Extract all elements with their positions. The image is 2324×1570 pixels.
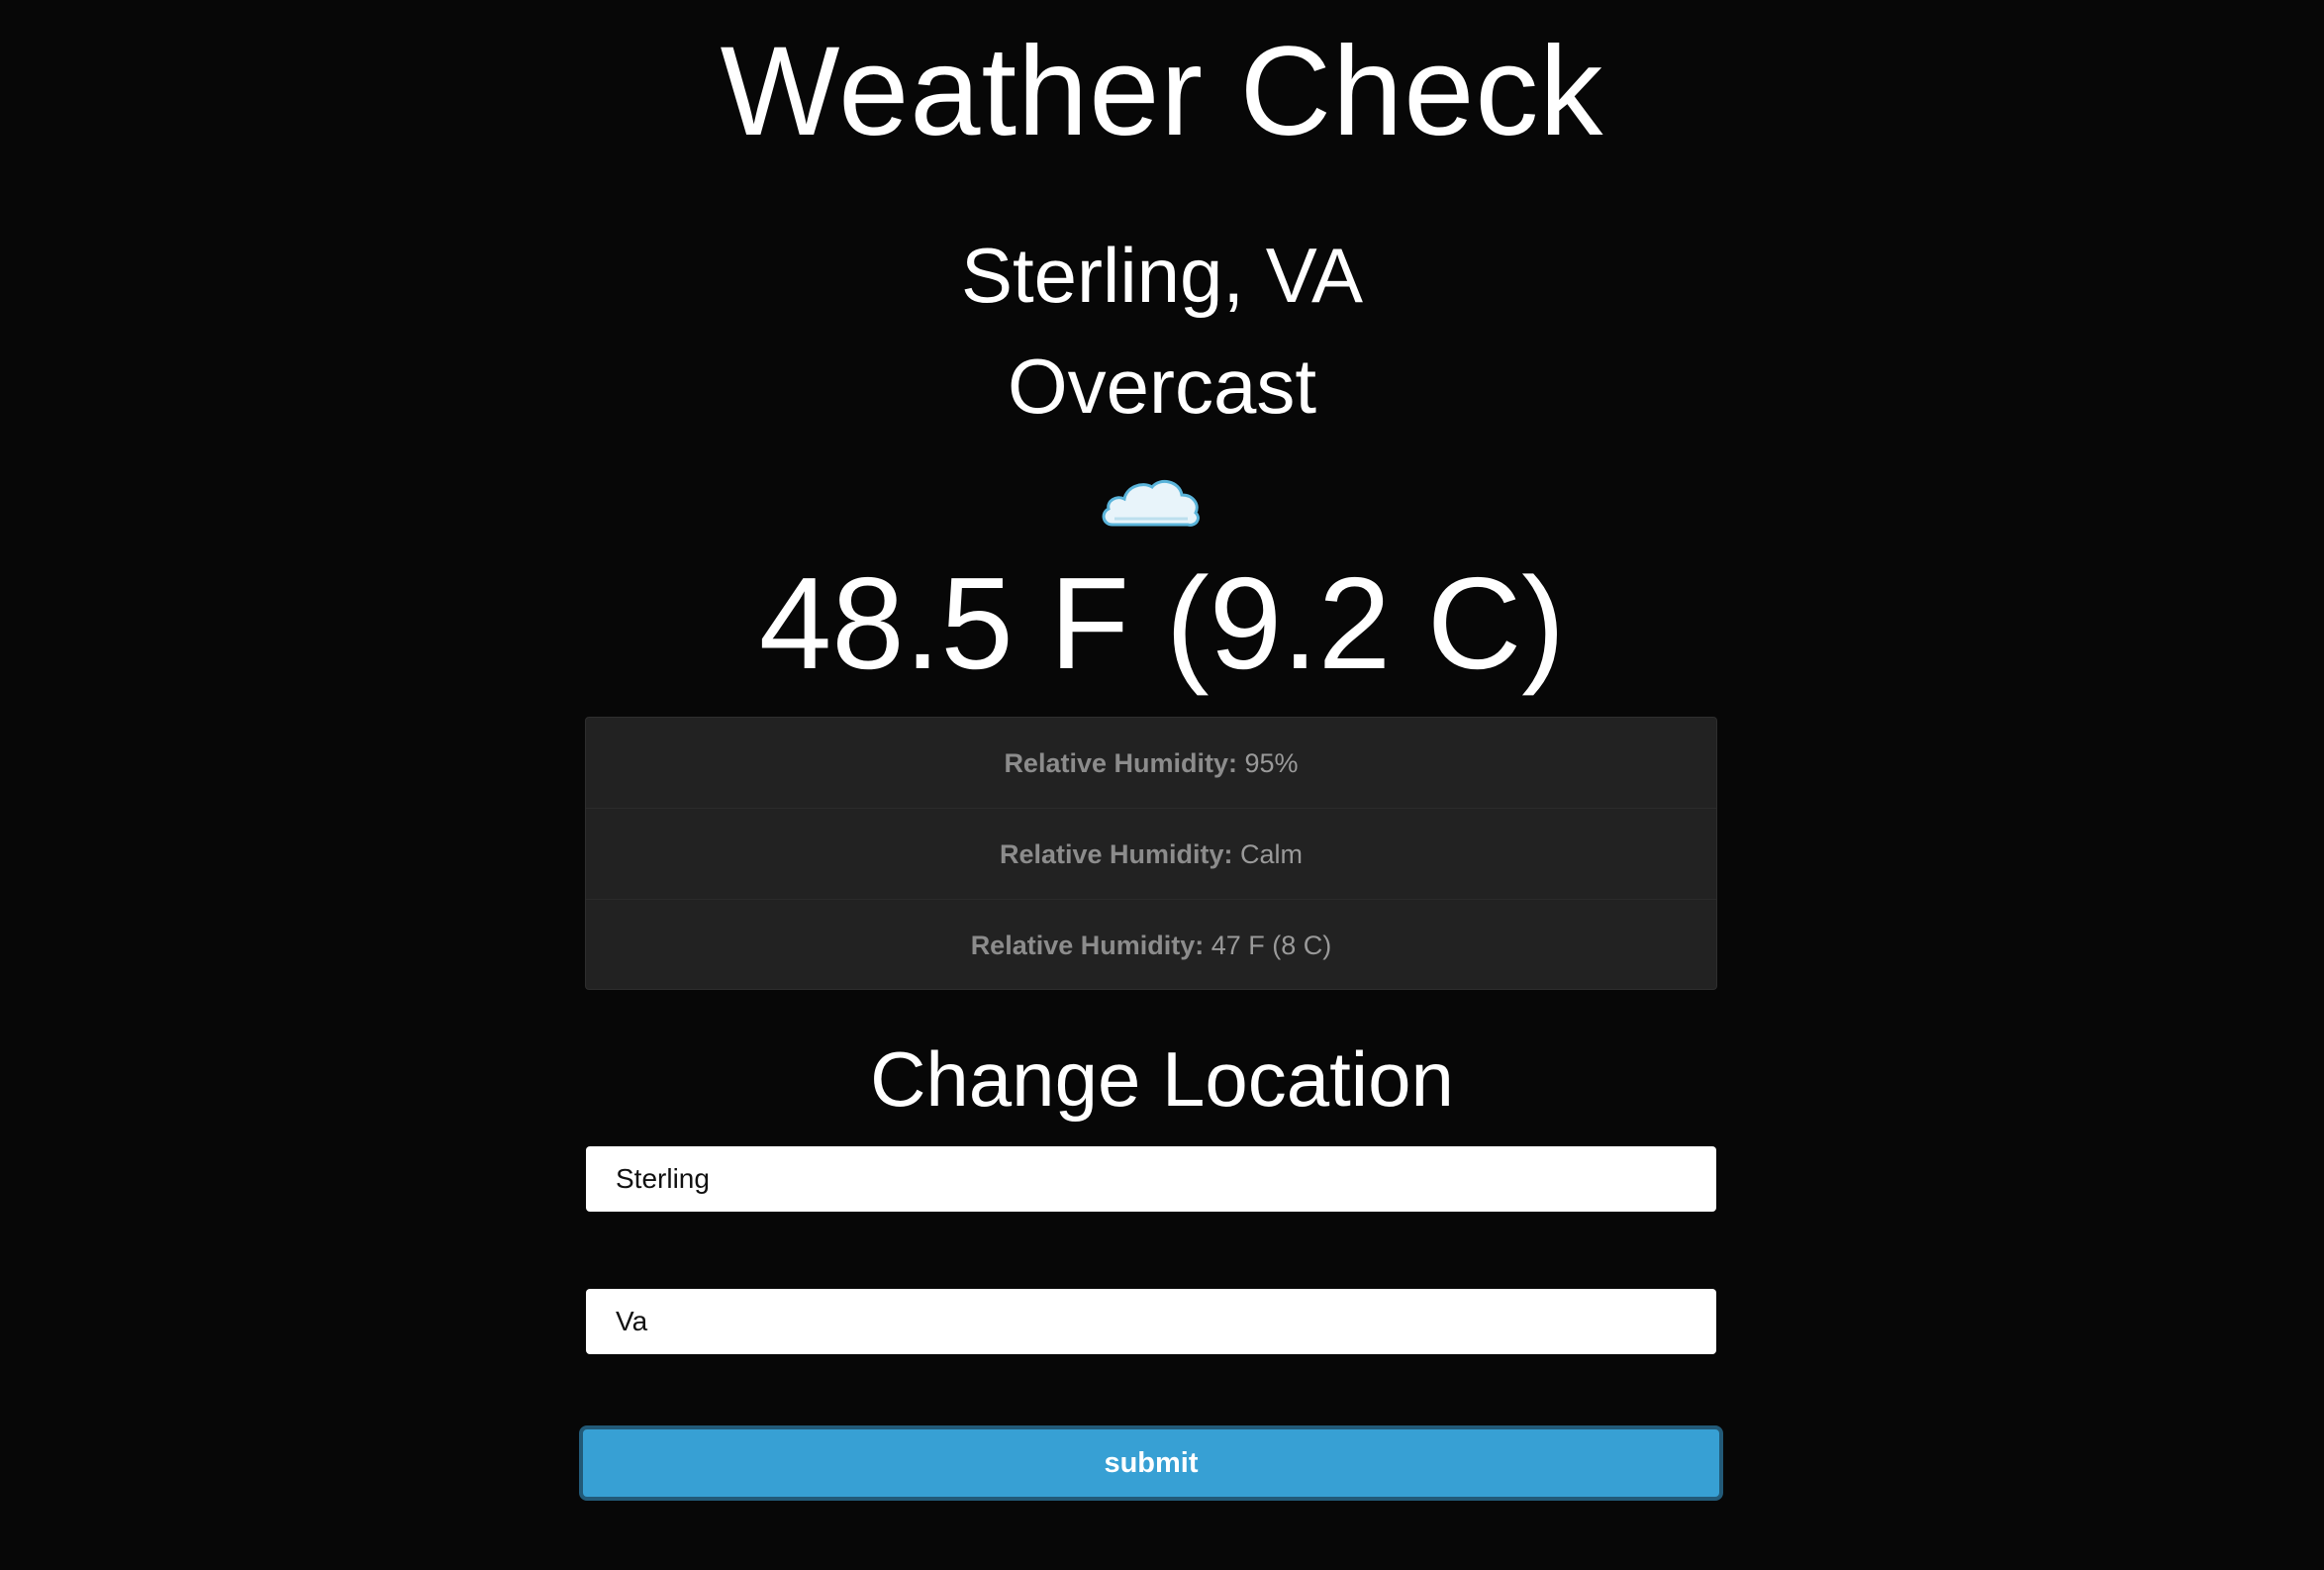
detail-label: Relative Humidity: (970, 931, 1205, 960)
location-name: Sterling, VA (960, 232, 1364, 319)
weather-details-panel: Relative Humidity: 95% Relative Humidity… (585, 717, 1717, 990)
temperature-reading: 48.5 F (9.2 C) (758, 550, 1566, 696)
weather-condition: Overcast (1007, 343, 1317, 430)
cloud-icon (1102, 479, 1200, 527)
detail-row: Relative Humidity: 95% (586, 718, 1716, 809)
change-location-heading: Change Location (870, 1035, 1454, 1123)
weather-page: Weather Check Sterling, VA Overcast 48.5… (0, 0, 2324, 1570)
detail-value: Calm (1240, 839, 1304, 869)
detail-label: Relative Humidity: (999, 839, 1233, 869)
page-title: Weather Check (720, 21, 1604, 162)
detail-value: 47 F (8 C) (1210, 931, 1332, 960)
state-input[interactable] (586, 1289, 1716, 1354)
detail-value: 95% (1244, 748, 1299, 778)
detail-row: Relative Humidity: Calm (586, 809, 1716, 900)
city-input[interactable] (586, 1146, 1716, 1212)
detail-label: Relative Humidity: (1004, 748, 1237, 778)
submit-button[interactable]: submit (579, 1425, 1723, 1501)
detail-row: Relative Humidity: 47 F (8 C) (586, 900, 1716, 989)
